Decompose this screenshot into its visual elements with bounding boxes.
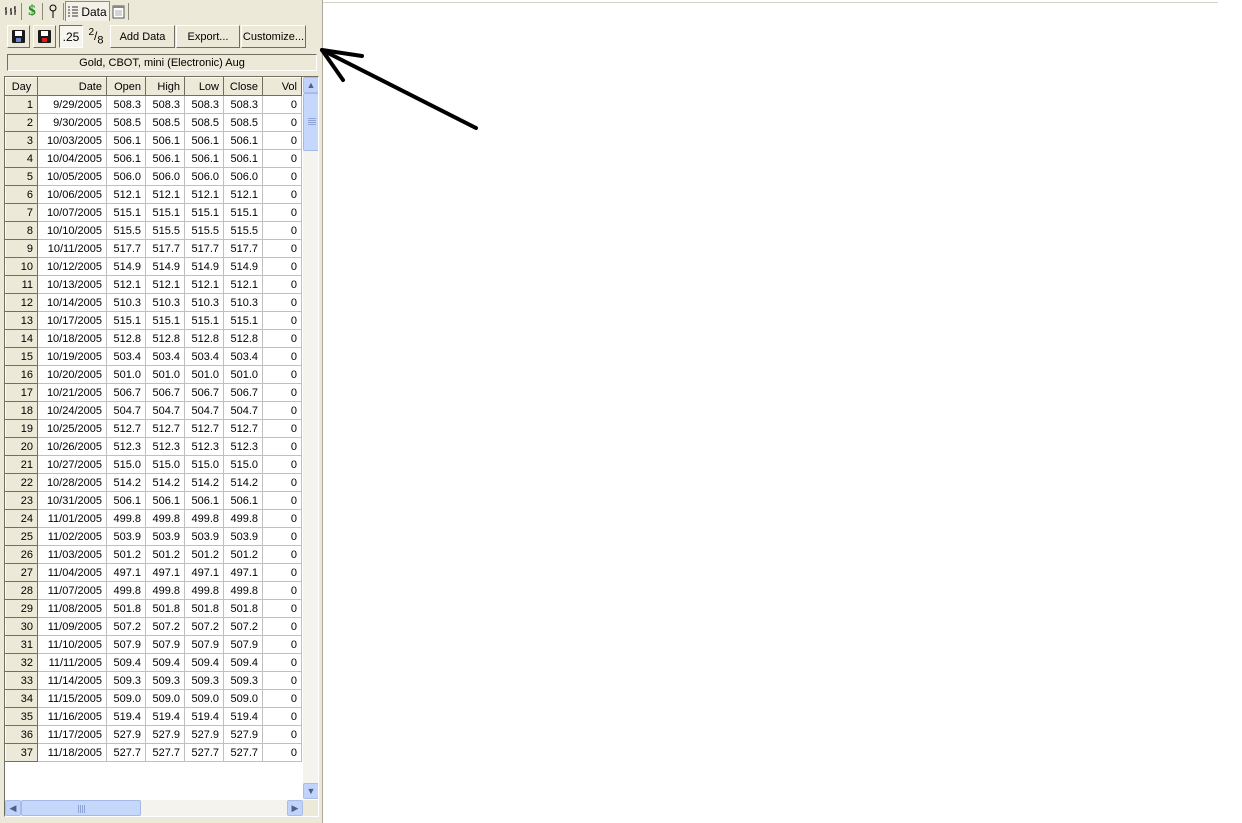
- arrow-annotation-icon: [320, 48, 478, 130]
